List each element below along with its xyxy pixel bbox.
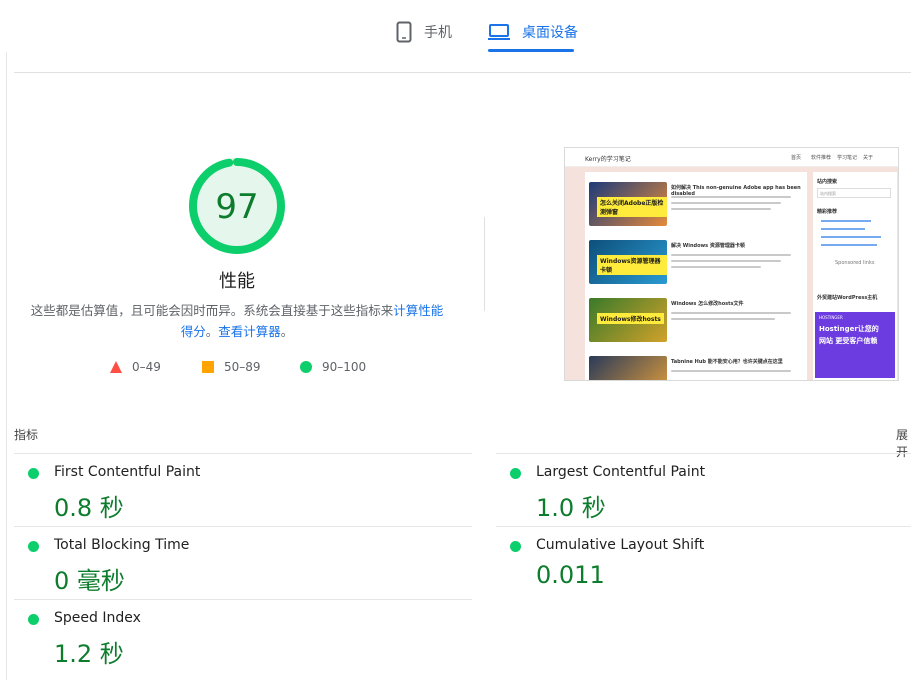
description-end: 。	[280, 324, 294, 339]
pass-circle-icon	[510, 541, 521, 552]
thumb-post-banner: Windows修改hosts	[597, 313, 664, 324]
legend-pass-label: 90–100	[322, 360, 367, 374]
pass-circle-icon	[28, 541, 39, 552]
thumb-recommend-heading: 精彩推荐	[817, 209, 838, 215]
vertical-divider	[484, 217, 485, 311]
thumb-sidebar: 站内搜索 站内搜索 精彩推荐 Sponsored links 外贸建站WordP…	[813, 172, 897, 380]
thumb-post-image: 怎么关闭Adobe正版检测弹窗	[589, 182, 667, 226]
thumb-search-box: 站内搜索	[817, 188, 891, 198]
thumb-post: Tabnine Hub 能不能安心用？也许关键点在这里	[589, 356, 803, 380]
laptop-icon	[488, 24, 510, 40]
orange-square-icon	[202, 361, 214, 373]
thumb-post-title: 解决 Windows 资源管理器卡顿	[671, 243, 745, 249]
thumb-post-title: Tabnine Hub 能不能安心用？也许关键点在这里	[671, 359, 783, 365]
thumb-post-image: Windows资源管理器卡顿	[589, 240, 667, 284]
thumb-post: Windows资源管理器卡顿 解决 Windows 资源管理器卡顿	[589, 240, 803, 290]
metric-tbt: Total Blocking Time 0 毫秒	[14, 527, 454, 599]
thumb-post-banner: Windows资源管理器卡顿	[597, 255, 667, 275]
view-calculator-link[interactable]: 查看计算器	[218, 324, 281, 339]
metric-value: 0 毫秒	[54, 567, 125, 595]
thumb-post-banner: 怎么关闭Adobe正版检测弹窗	[597, 197, 667, 217]
metric-name: Speed Index	[54, 610, 141, 626]
legend-average: 50–89	[202, 360, 261, 374]
active-tab-indicator	[488, 49, 574, 52]
thumb-post: 怎么关闭Adobe正版检测弹窗 如何解决 This non-genuine Ad…	[589, 182, 803, 232]
score-value: 97	[215, 187, 258, 227]
metric-name: First Contentful Paint	[54, 464, 201, 480]
legend-fail: 0–49	[110, 360, 161, 374]
thumb-nav-item: 关于	[863, 155, 874, 161]
metric-cls: Cumulative Layout Shift 0.011	[496, 527, 911, 599]
thumb-post-image	[589, 356, 667, 380]
metric-value: 1.0 秒	[536, 494, 606, 522]
tab-mobile[interactable]: 手机	[396, 14, 452, 50]
pass-circle-icon	[510, 468, 521, 479]
metric-name: Cumulative Layout Shift	[536, 537, 705, 553]
thumb-ad-line2: 网站 更受客户信赖	[819, 337, 878, 345]
metric-speed-index: Speed Index 1.2 秒	[14, 600, 454, 672]
pass-circle-icon	[28, 614, 39, 625]
thumb-search-heading: 站内搜索	[817, 179, 838, 185]
thumb-nav-item: 学习笔记	[837, 155, 858, 161]
thumb-nav-item: 首页	[791, 155, 802, 161]
score-description: 这些都是估算值，且可能会因时而异。系统会直接基于这些指标来计算性能得分。查看计算…	[30, 300, 444, 342]
thumb-post-title: Windows 怎么修改hosts文件	[671, 301, 744, 307]
metric-name: Largest Contentful Paint	[536, 464, 706, 480]
thumb-site-title: Kerry的学习笔记	[585, 156, 631, 163]
metric-value: 1.2 秒	[54, 640, 124, 668]
metric-fcp: First Contentful Paint 0.8 秒	[14, 454, 454, 526]
thumb-ad-heading: 外贸建站WordPress主机	[817, 295, 878, 301]
metric-lcp: Largest Contentful Paint 1.0 秒	[496, 454, 911, 526]
left-divider	[6, 52, 7, 680]
metric-value: 0.011	[536, 561, 605, 589]
thumb-ad-banner: HOSTINGER Hostinger让您的 网站 更受客户信赖	[815, 312, 895, 378]
tab-mobile-label: 手机	[424, 25, 452, 41]
score-label: 性能	[219, 271, 255, 292]
metrics-heading: 指标	[14, 428, 39, 442]
pass-circle-icon	[28, 468, 39, 479]
thumb-ad-line1: Hostinger让您的	[819, 325, 879, 333]
green-circle-icon	[300, 361, 312, 373]
description-text: 这些都是估算值，且可能会因时而异。系统会直接基于这些指标来	[30, 303, 394, 318]
description-punct: 。	[205, 324, 219, 339]
thumb-sponsored: Sponsored links	[835, 260, 875, 266]
thumb-nav-item: 软件推荐	[811, 155, 832, 161]
thumb-post-list: 怎么关闭Adobe正版检测弹窗 如何解决 This non-genuine Ad…	[585, 172, 807, 380]
thumb-post-image: Windows修改hosts	[589, 298, 667, 342]
thumb-post: Windows修改hosts Windows 怎么修改hosts文件	[589, 298, 803, 348]
metric-value: 0.8 秒	[54, 494, 124, 522]
tab-desktop[interactable]: 桌面设备	[488, 14, 578, 50]
red-triangle-icon	[110, 361, 122, 373]
legend-pass: 90–100	[300, 360, 366, 374]
metric-name: Total Blocking Time	[54, 537, 190, 553]
legend-average-label: 50–89	[224, 360, 261, 374]
thumb-header: Kerry的学习笔记 首页 软件推荐 学习笔记 关于	[565, 148, 898, 167]
performance-score-gauge: 97	[189, 158, 285, 254]
tabs-divider	[14, 72, 911, 73]
phone-icon	[396, 21, 412, 43]
legend-fail-label: 0–49	[132, 360, 161, 374]
thumb-ad-brand: HOSTINGER	[819, 315, 843, 320]
page-screenshot-thumbnail[interactable]: Kerry的学习笔记 首页 软件推荐 学习笔记 关于 怎么关闭Adobe正版检测…	[564, 147, 899, 381]
tab-desktop-label: 桌面设备	[522, 25, 578, 41]
